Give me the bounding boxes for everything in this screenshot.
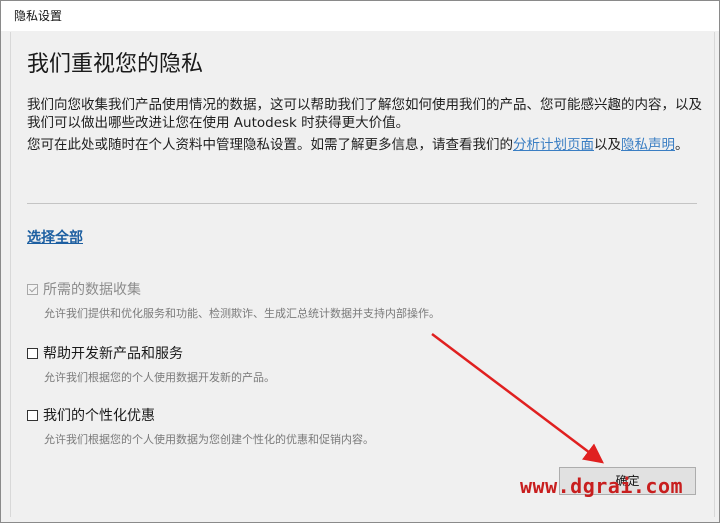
analytics-plan-link[interactable]: 分析计划页面 — [513, 137, 594, 153]
privacy-statement-link[interactable]: 隐私声明 — [621, 137, 675, 153]
watermark: www.dgrai.com — [520, 474, 684, 498]
content-panel: 我们重视您的隐私 我们向您收集我们产品使用情况的数据，这可以帮助我们了解您如何使… — [10, 32, 715, 517]
personalized-offers-desc: 允许我们根据您的个人使用数据为您创建个性化的优惠和促销内容。 — [44, 433, 374, 446]
new-products-label[interactable]: 帮助开发新产品和服务 — [43, 343, 183, 363]
option-personalized-offers[interactable]: 我们的个性化优惠 允许我们根据您的个人使用数据为您创建个性化的优惠和促销内容。 — [27, 405, 374, 447]
manage-paragraph: 您可在此处或随时在个人资料中管理隐私设置。如需了解更多信息，请查看我们的分析计划… — [27, 136, 703, 154]
required-data-desc: 允许我们提供和优化服务和功能、检测欺诈、生成汇总统计数据并支持内部操作。 — [44, 307, 440, 320]
personalized-offers-label[interactable]: 我们的个性化优惠 — [43, 405, 155, 425]
page-title: 我们重视您的隐私 — [27, 52, 204, 77]
manage-text-mid: 以及 — [594, 137, 621, 153]
privacy-settings-window: 隐私设置 我们重视您的隐私 我们向您收集我们产品使用情况的数据，这可以帮助我们了… — [0, 0, 720, 523]
required-data-checkbox — [27, 283, 38, 295]
new-products-desc: 允许我们根据您的个人使用数据开发新的产品。 — [44, 371, 275, 384]
option-required-data: 所需的数据收集 允许我们提供和优化服务和功能、检测欺诈、生成汇总统计数据并支持内… — [27, 279, 440, 321]
required-data-label: 所需的数据收集 — [43, 282, 141, 298]
divider — [27, 203, 697, 204]
select-all-link[interactable]: 选择全部 — [27, 227, 83, 247]
intro-paragraph: 我们向您收集我们产品使用情况的数据，这可以帮助我们了解您如何使用我们的产品、您可… — [27, 97, 702, 131]
new-products-checkbox[interactable] — [27, 347, 38, 359]
personalized-offers-checkbox[interactable] — [27, 409, 38, 421]
manage-text-suffix: 。 — [675, 137, 689, 153]
window-title: 隐私设置 — [1, 1, 719, 31]
manage-text-prefix: 您可在此处或随时在个人资料中管理隐私设置。如需了解更多信息，请查看我们的 — [27, 137, 513, 153]
option-new-products[interactable]: 帮助开发新产品和服务 允许我们根据您的个人使用数据开发新的产品。 — [27, 343, 275, 385]
